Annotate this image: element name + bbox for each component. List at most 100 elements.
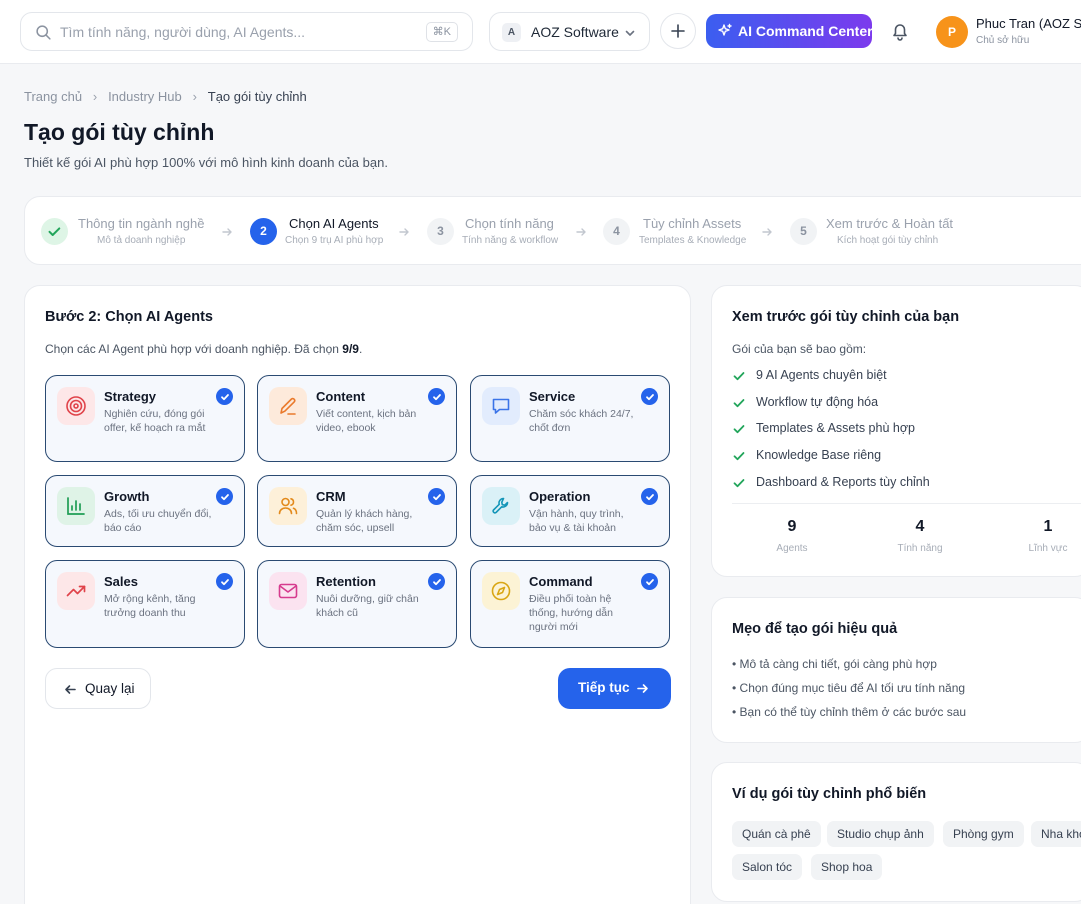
breadcrumb-industry-hub[interactable]: Industry Hub: [108, 89, 182, 104]
chevron-right-icon: ›: [192, 89, 197, 104]
step-title: Tùy chỉnh Assets: [643, 216, 742, 231]
stat-label: Tính năng: [897, 543, 943, 554]
check-icon: [216, 488, 233, 505]
chevron-down-icon: [625, 30, 635, 36]
bell-icon[interactable]: [889, 20, 911, 42]
example-chip[interactable]: Nha khoa: [1031, 821, 1081, 847]
preview-card: Xem trước gói tùy chỉnh của bạn Gói của …: [711, 285, 1081, 577]
arrow-right-icon: [222, 228, 232, 236]
user-name[interactable]: Phuc Tran (AOZ Software): [976, 16, 1081, 31]
agent-card-command[interactable]: Command Điều phối toàn hệ thống, hướng d…: [470, 560, 670, 648]
chat-icon: [482, 387, 520, 425]
org-switcher[interactable]: A AOZ Software: [489, 12, 650, 51]
ai-command-center-label: AI Command Center: [738, 23, 873, 39]
arrow-right-icon: [399, 228, 409, 236]
preview-lead: Gói của bạn sẽ bao gồm:: [732, 342, 867, 356]
breadcrumb-home[interactable]: Trang chủ: [24, 89, 82, 104]
check-icon: [733, 372, 745, 381]
include-label: 9 AI Agents chuyên biệt: [756, 368, 887, 382]
agent-card-retention[interactable]: Retention Nuôi dưỡng, giữ chân khách cũ: [257, 560, 457, 648]
step-title: Thông tin ngành nghề: [78, 216, 205, 231]
stat-fields: 1 Lĩnh vực: [988, 518, 1081, 554]
include-label: Templates & Assets phù hợp: [756, 421, 915, 435]
agent-card-growth[interactable]: Growth Ads, tối ưu chuyển đổi, báo cáo: [45, 475, 245, 547]
user-role: Chủ sở hữu: [976, 35, 1030, 46]
divider: [732, 503, 1081, 504]
stat-value: 4: [915, 518, 925, 535]
agent-name: Command: [529, 574, 593, 589]
breadcrumb-current: Tạo gói tùy chỉnh: [207, 89, 307, 104]
agent-name: CRM: [316, 489, 346, 504]
agent-description: Viết content, kịch bản video, ebook: [316, 408, 417, 434]
stat-value: 9: [787, 518, 797, 535]
check-icon: [428, 573, 445, 590]
agent-card-crm[interactable]: CRM Quản lý khách hàng, chăm sóc, upsell: [257, 475, 457, 547]
next-button[interactable]: Tiếp tục: [558, 668, 671, 709]
stat-label: Agents: [776, 543, 808, 554]
preview-title: Xem trước gói tùy chỉnh của bạn: [732, 309, 960, 325]
example-chip[interactable]: Quán cà phê: [732, 821, 821, 847]
description-end: .: [358, 342, 363, 356]
arrow-left-icon: [65, 685, 76, 694]
check-icon: [733, 399, 745, 408]
agents-card-title: Bước 2: Chọn AI Agents: [45, 309, 213, 325]
stat-label: Lĩnh vực: [1028, 543, 1068, 554]
arrow-right-icon: [576, 228, 586, 236]
target-icon: [57, 387, 95, 425]
back-button[interactable]: Quay lại: [45, 668, 151, 709]
check-icon: [733, 425, 745, 434]
avatar[interactable]: P: [936, 16, 968, 48]
check-icon: [641, 573, 658, 590]
agent-card-service[interactable]: Service Chăm sóc khách 24/7, chốt đơn: [470, 375, 670, 462]
agent-description: Quản lý khách hàng, chăm sóc, upsell: [316, 508, 413, 534]
search-input[interactable]: Tìm tính năng, người dùng, AI Agents... …: [20, 12, 473, 51]
tips-card: Mẹo để tạo gói hiệu quả • Mô tả càng chi…: [711, 597, 1081, 743]
agent-name: Sales: [104, 574, 138, 589]
search-icon: [36, 25, 51, 40]
ai-command-center-button[interactable]: AI Command Center: [706, 14, 873, 48]
add-button[interactable]: [660, 13, 696, 49]
step-title: Xem trước & Hoàn tất: [826, 216, 954, 231]
agent-card-operation[interactable]: Operation Vận hành, quy trình, bảo vụ & …: [470, 475, 670, 547]
step-number: 4: [603, 218, 630, 245]
sparkles-icon: [718, 23, 732, 36]
example-chip[interactable]: Phòng gym: [943, 821, 1024, 847]
chevron-right-icon: ›: [92, 89, 98, 104]
check-icon: [428, 488, 445, 505]
tips-title: Mẹo để tạo gói hiệu quả: [732, 621, 898, 637]
agent-description: Nghiên cứu, đóng gói offer, kế hoạch ra …: [104, 408, 206, 434]
examples-card: Ví dụ gói tùy chỉnh phổ biến Quán cà phê…: [711, 762, 1081, 902]
example-chip[interactable]: Studio chụp ảnh: [827, 821, 934, 847]
bar-chart-icon: [57, 487, 95, 525]
check-icon: [428, 388, 445, 405]
stepper: Thông tin ngành nghề Mô tả doanh nghiệp …: [24, 196, 1081, 265]
agent-description: Mở rộng kênh, tăng trưởng doanh thu: [104, 593, 196, 619]
users-icon: [269, 487, 307, 525]
page-title: Tạo gói tùy chỉnh: [24, 119, 215, 145]
example-chip[interactable]: Shop hoa: [811, 854, 883, 880]
agent-card-sales[interactable]: Sales Mở rộng kênh, tăng trưởng doanh th…: [45, 560, 245, 648]
page-subtitle: Thiết kế gói AI phù hợp 100% với mô hình…: [24, 155, 388, 170]
check-icon: [641, 488, 658, 505]
stat-features: 4 Tính năng: [860, 518, 980, 554]
example-chip[interactable]: Salon tóc: [732, 854, 803, 880]
stat-agents: 9 Agents: [732, 518, 852, 554]
check-icon: [216, 388, 233, 405]
arrow-right-icon: [637, 684, 648, 693]
check-icon: [216, 573, 233, 590]
step-number: 5: [790, 218, 817, 245]
mail-icon: [269, 572, 307, 610]
agent-name: Strategy: [104, 389, 157, 404]
back-label: Quay lại: [85, 681, 135, 696]
description-text: Chọn các AI Agent phù hợp với doanh nghi…: [45, 342, 343, 356]
agent-description: Vận hành, quy trình, bảo vụ & tài khoản: [529, 508, 624, 534]
step-title: Chọn tính năng: [465, 216, 554, 231]
step-title: Chọn AI Agents: [289, 216, 379, 231]
org-badge: A: [502, 23, 521, 42]
agent-description: Nuôi dưỡng, giữ chân khách cũ: [316, 593, 419, 619]
step-subtitle: Chọn 9 trụ AI phù hợp: [285, 235, 384, 246]
agent-card-content[interactable]: Content Viết content, kịch bản video, eb…: [257, 375, 457, 462]
stat-value: 1: [1043, 518, 1053, 535]
agent-card-strategy[interactable]: Strategy Nghiên cứu, đóng gói offer, kế …: [45, 375, 245, 462]
top-bar: Tìm tính năng, người dùng, AI Agents... …: [0, 0, 1081, 64]
